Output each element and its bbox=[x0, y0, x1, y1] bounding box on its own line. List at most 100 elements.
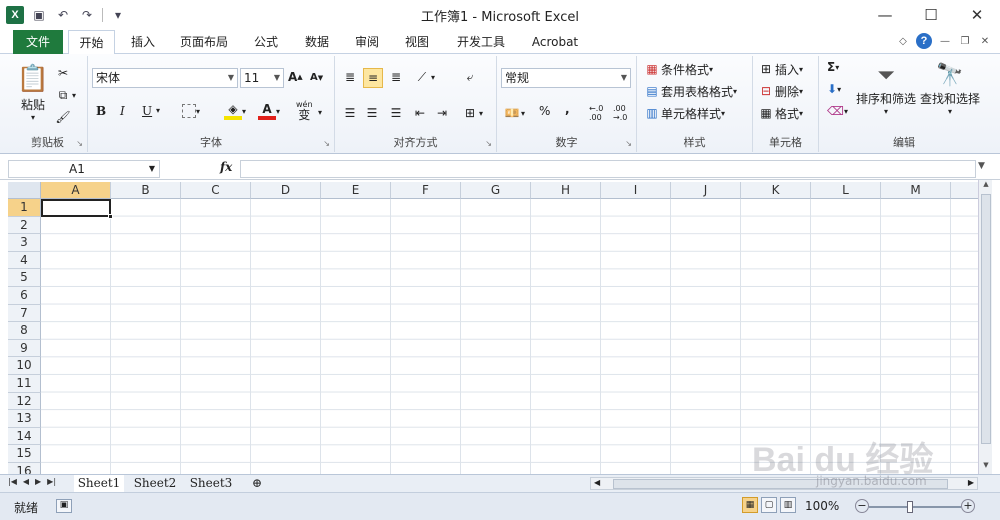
vertical-scroll-thumb[interactable] bbox=[981, 194, 991, 444]
format-as-table-button[interactable]: ▤ 套用表格格式 ▾ bbox=[643, 82, 737, 100]
insert-sheet-icon[interactable]: ⊕ bbox=[244, 475, 270, 492]
zoom-out-icon[interactable]: − bbox=[855, 499, 869, 513]
cut-icon[interactable]: ✂ bbox=[54, 64, 72, 82]
zoom-level[interactable]: 100% bbox=[805, 499, 839, 513]
doc-close-icon[interactable]: ✕ bbox=[978, 34, 992, 48]
row-header-10[interactable]: 10 bbox=[8, 357, 41, 375]
prev-sheet-icon[interactable]: ◀ bbox=[23, 477, 29, 486]
tab-insert[interactable]: 插入 bbox=[125, 30, 161, 54]
row-header-1[interactable]: 1 bbox=[8, 199, 41, 217]
grow-font-icon[interactable]: A ▲ bbox=[288, 70, 303, 84]
font-name-combo[interactable]: 宋体 ▼ bbox=[92, 68, 238, 88]
tab-acrobat[interactable]: Acrobat bbox=[526, 30, 584, 54]
row-header-2[interactable]: 2 bbox=[8, 216, 41, 235]
orientation-icon[interactable]: ⟋ ▾ bbox=[413, 68, 435, 86]
comma-button[interactable]: , bbox=[565, 102, 570, 116]
zoom-slider[interactable]: − + bbox=[855, 499, 975, 515]
wrap-text-icon[interactable]: ⤶ bbox=[461, 68, 479, 86]
column-header-a[interactable]: A bbox=[41, 182, 111, 199]
first-sheet-icon[interactable]: |◀ bbox=[8, 477, 17, 486]
horizontal-scroll-thumb[interactable] bbox=[613, 479, 948, 489]
help-icon[interactable]: ? bbox=[916, 33, 932, 49]
tab-developer[interactable]: 开发工具 bbox=[452, 30, 510, 54]
doc-restore-icon[interactable]: ❐ bbox=[958, 34, 972, 48]
fill-handle[interactable] bbox=[108, 214, 113, 219]
clear-icon[interactable]: ⌫ ▾ bbox=[827, 104, 848, 118]
scroll-down-icon[interactable]: ▼ bbox=[979, 461, 993, 474]
scroll-right-icon[interactable]: ▶ bbox=[968, 478, 974, 487]
last-sheet-icon[interactable]: ▶| bbox=[47, 477, 56, 486]
underline-dropdown-icon[interactable]: ▾ bbox=[156, 106, 160, 115]
next-sheet-icon[interactable]: ▶ bbox=[35, 477, 41, 486]
macro-record-icon[interactable]: ▣ bbox=[56, 499, 72, 513]
sheet-tab-sheet1[interactable]: Sheet1 bbox=[74, 475, 124, 492]
minimize-icon[interactable]: — bbox=[862, 0, 908, 30]
align-bottom-icon[interactable]: ≣ bbox=[387, 68, 405, 86]
border-icon[interactable]: ▾ bbox=[182, 104, 200, 118]
merge-center-icon[interactable]: ⊞ ▾ bbox=[461, 104, 483, 122]
tab-data[interactable]: 数据 bbox=[300, 30, 334, 54]
format-painter-icon[interactable]: 🖌 bbox=[54, 108, 72, 126]
row-header-8[interactable]: 8 bbox=[8, 322, 41, 340]
delete-cells-button[interactable]: ⊟ 删除 ▾ bbox=[757, 82, 803, 100]
column-header-i[interactable]: I bbox=[601, 182, 671, 199]
page-break-view-icon[interactable]: ▥ bbox=[780, 497, 796, 513]
shrink-font-icon[interactable]: A ▼ bbox=[310, 72, 323, 83]
row-header-7[interactable]: 7 bbox=[8, 304, 41, 323]
page-layout-view-icon[interactable]: ▢ bbox=[761, 497, 777, 513]
italic-button[interactable]: I bbox=[120, 104, 125, 118]
column-header-partial[interactable] bbox=[951, 182, 978, 199]
sheet-tab-sheet2[interactable]: Sheet2 bbox=[130, 475, 180, 492]
increase-indent-icon[interactable]: ⇥ bbox=[433, 104, 451, 122]
tab-file[interactable]: 文件 bbox=[13, 30, 63, 54]
column-header-k[interactable]: K bbox=[741, 182, 811, 199]
column-header-j[interactable]: J bbox=[671, 182, 741, 199]
fill-color-icon[interactable]: ◈ ▾ bbox=[224, 102, 246, 120]
vertical-scrollbar[interactable]: ▲ ▼ bbox=[978, 180, 992, 474]
increase-decimal-icon[interactable]: ←.0.00 bbox=[589, 104, 603, 122]
font-launcher-icon[interactable]: ↘ bbox=[323, 139, 330, 148]
expand-formula-bar-icon[interactable]: ▼ bbox=[978, 161, 985, 171]
clipboard-launcher-icon[interactable]: ↘ bbox=[76, 139, 83, 148]
decrease-decimal-icon[interactable]: .00 →.0 bbox=[613, 104, 627, 122]
tab-view[interactable]: 视图 bbox=[400, 30, 434, 54]
bold-button[interactable]: B bbox=[96, 104, 106, 118]
column-header-g[interactable]: G bbox=[461, 182, 531, 199]
row-header-5[interactable]: 5 bbox=[8, 269, 41, 287]
row-header-16[interactable]: 16 bbox=[8, 463, 41, 474]
active-cell-a1[interactable] bbox=[41, 199, 111, 217]
column-header-d[interactable]: D bbox=[251, 182, 321, 199]
font-size-combo[interactable]: 11 ▼ bbox=[240, 68, 284, 88]
collapse-ribbon-icon[interactable]: ◇ bbox=[896, 34, 910, 48]
conditional-formatting-button[interactable]: ▦ 条件格式 ▾ bbox=[643, 60, 713, 78]
column-header-m[interactable]: M bbox=[881, 182, 951, 199]
format-cells-button[interactable]: ▦ 格式 ▾ bbox=[757, 104, 803, 122]
row-header-3[interactable]: 3 bbox=[8, 234, 41, 252]
close-icon[interactable]: ✕ bbox=[954, 0, 1000, 30]
insert-cells-button[interactable]: ⊞ 插入 ▾ bbox=[757, 60, 803, 78]
zoom-knob[interactable] bbox=[907, 501, 913, 513]
column-header-h[interactable]: H bbox=[531, 182, 601, 199]
zoom-in-icon[interactable]: + bbox=[961, 499, 975, 513]
row-header-9[interactable]: 9 bbox=[8, 339, 41, 358]
horizontal-scrollbar[interactable]: ◀ ▶ bbox=[590, 477, 978, 490]
phonetic-guide-dropdown-icon[interactable]: ▾ bbox=[318, 108, 322, 117]
select-all-corner[interactable] bbox=[8, 182, 41, 199]
phonetic-guide-icon[interactable]: wén 变 bbox=[296, 100, 313, 121]
number-launcher-icon[interactable]: ↘ bbox=[625, 139, 632, 148]
tab-home[interactable]: 开始 bbox=[68, 30, 115, 55]
scroll-left-icon[interactable]: ◀ bbox=[594, 478, 600, 487]
tab-page-layout[interactable]: 页面布局 bbox=[176, 30, 232, 54]
normal-view-icon[interactable]: ▦ bbox=[742, 497, 758, 513]
maximize-icon[interactable]: ☐ bbox=[908, 0, 954, 30]
accounting-format-icon[interactable]: 💴 ▾ bbox=[503, 104, 526, 122]
find-select-button[interactable]: 🔭 查找和选择 ▾ bbox=[919, 60, 981, 117]
percent-button[interactable]: % bbox=[539, 104, 550, 118]
sheet-tab-sheet3[interactable]: Sheet3 bbox=[186, 475, 236, 492]
autosum-icon[interactable]: Σ ▾ bbox=[827, 60, 839, 74]
tab-formulas[interactable]: 公式 bbox=[250, 30, 282, 54]
name-box[interactable]: A1 ▼ bbox=[8, 160, 160, 178]
row-header-15[interactable]: 15 bbox=[8, 445, 41, 463]
doc-minimize-icon[interactable]: — bbox=[938, 34, 952, 48]
align-left-icon[interactable]: ☰ bbox=[341, 104, 359, 122]
